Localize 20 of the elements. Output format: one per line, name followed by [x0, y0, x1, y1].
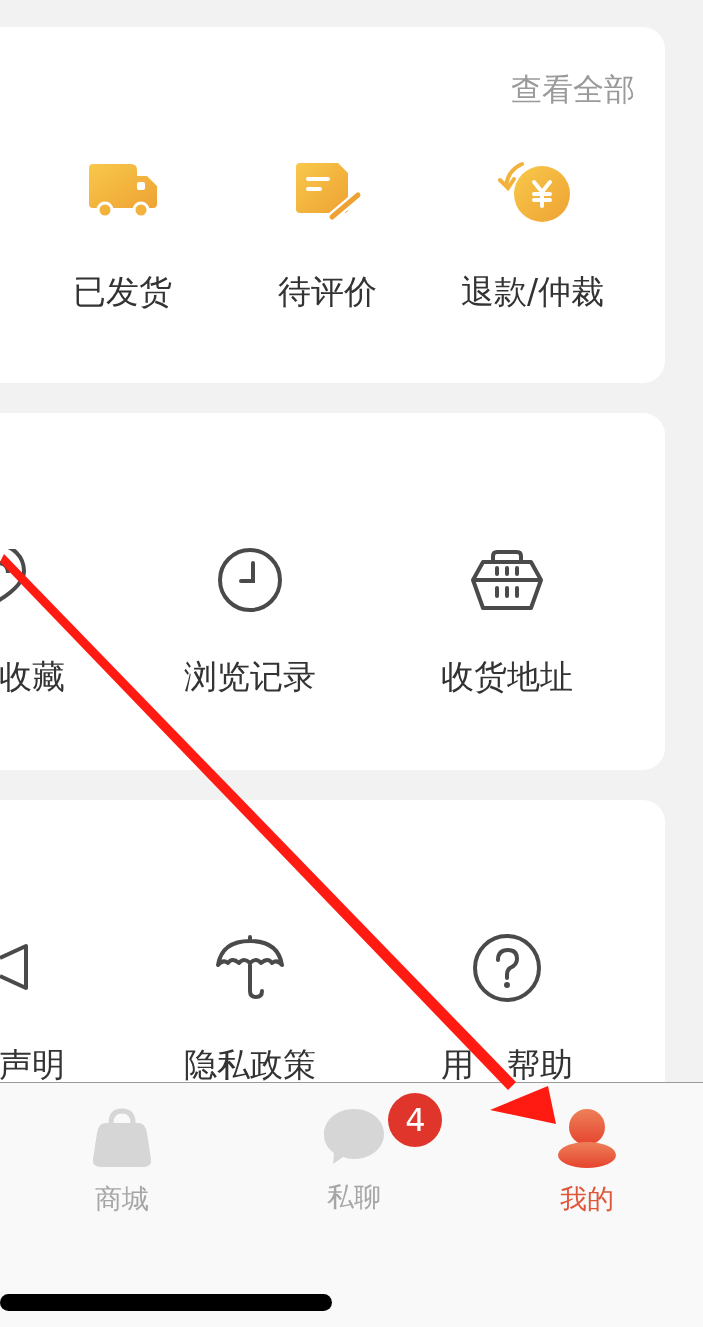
bag-icon — [91, 1107, 154, 1169]
chat-bubble-icon — [322, 1107, 387, 1167]
umbrella-icon — [213, 935, 286, 1001]
menu-item-label[interactable]: 待评价 — [278, 274, 377, 310]
basket-icon — [468, 548, 545, 612]
menu-item-label[interactable]: 声明 — [0, 1047, 65, 1083]
help-icon — [471, 933, 542, 1003]
person-icon — [555, 1107, 618, 1169]
menu-item-label[interactable]: 已发货 — [73, 274, 172, 310]
clock-icon — [216, 547, 283, 613]
menu-item-label[interactable]: 收藏 — [0, 659, 65, 695]
menu-item-label[interactable]: 退款/仲裁 — [460, 274, 605, 310]
unread-badge: 4 — [388, 1093, 443, 1147]
menu-item-label[interactable]: 用 — [440, 1047, 474, 1083]
menu-item-label[interactable]: 帮助 — [506, 1047, 573, 1083]
menu-item-label[interactable]: 隐私政策 — [183, 1047, 316, 1083]
tab[interactable]: 我的 — [470, 1083, 703, 1218]
tab[interactable]: 私聊 4 — [238, 1083, 471, 1218]
menu-item-label[interactable]: 收货地址 — [440, 659, 573, 695]
menu-item-label[interactable]: 浏览记录 — [183, 659, 316, 695]
